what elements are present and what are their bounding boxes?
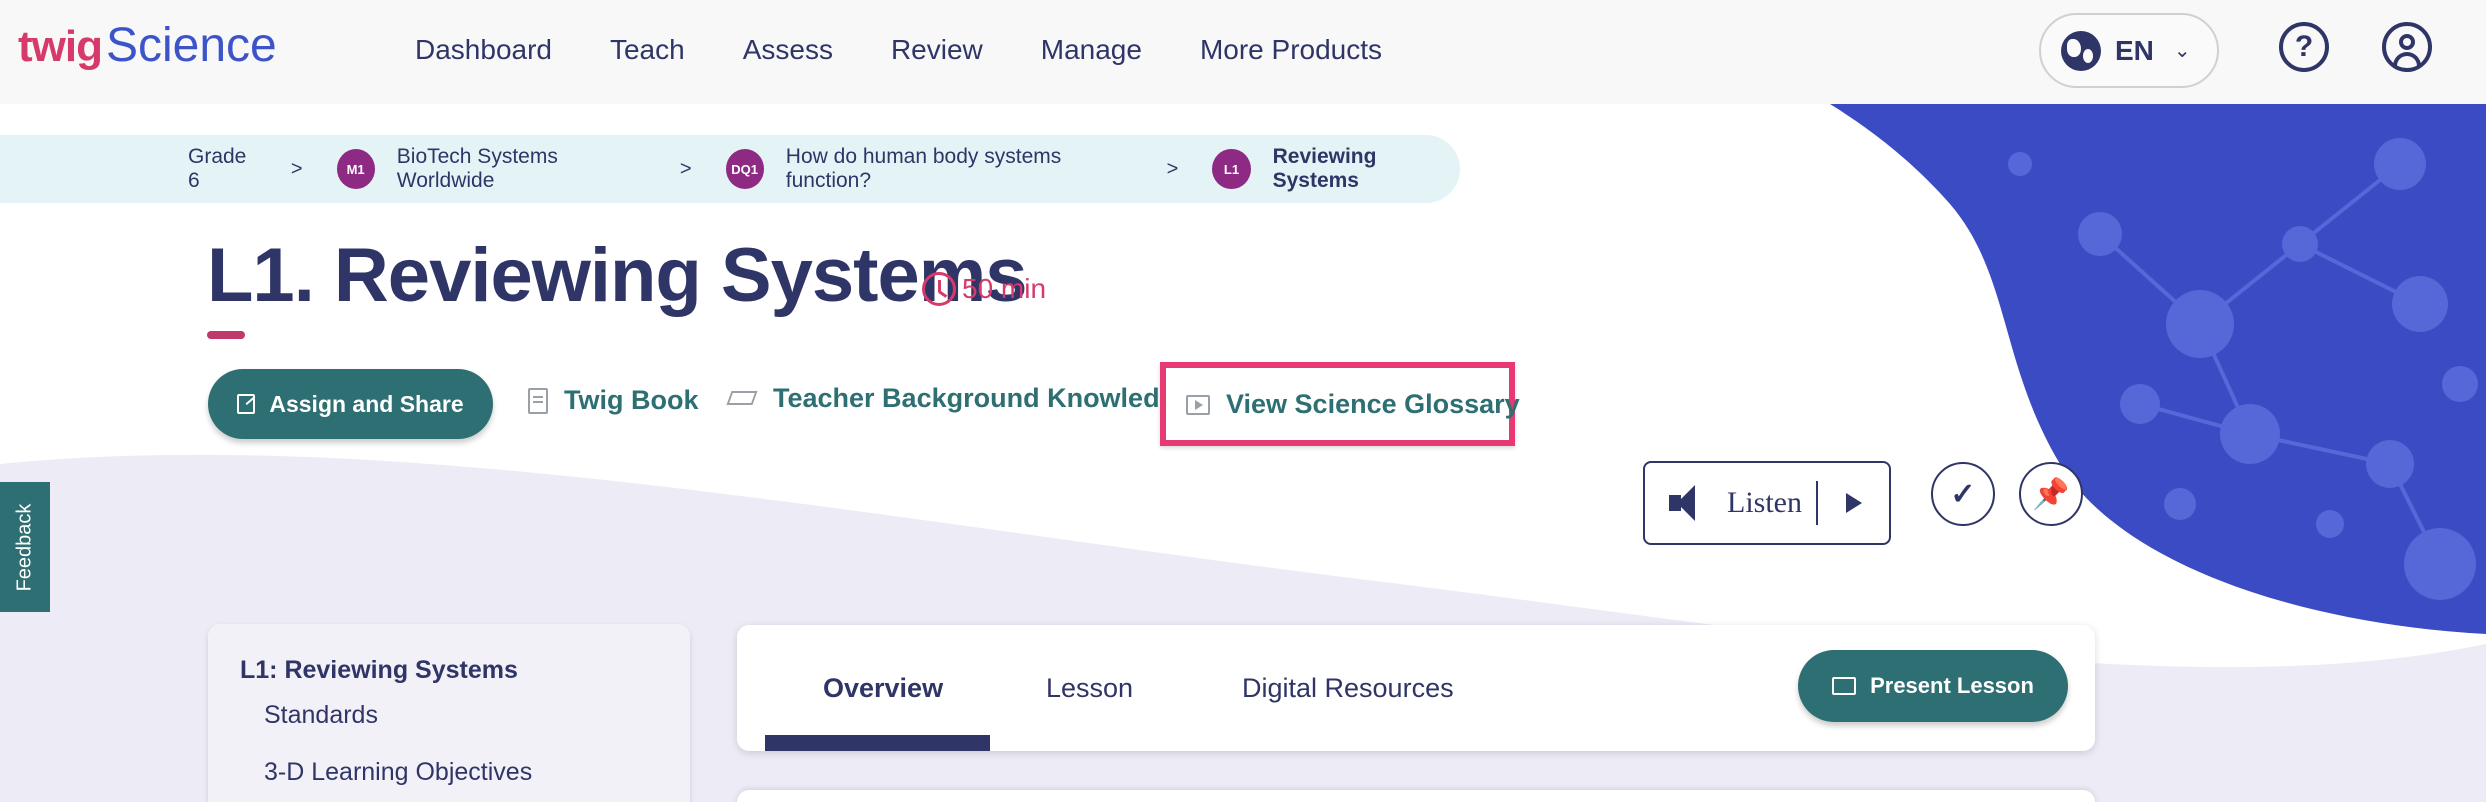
outline-item-learning-objectives[interactable]: 3-D Learning Objectives [264,758,690,787]
dq-badge: DQ1 [725,149,764,189]
lesson-tabs-panel: Overview Lesson Digital Resources Presen… [737,625,2095,751]
lesson-label: Reviewing Systems [1272,145,1377,192]
user-body [2393,52,2421,66]
twig-science-logo[interactable]: twig Science [18,18,277,78]
present-lesson-button[interactable]: Present Lesson [1798,650,2068,722]
assign-and-share-button[interactable]: Assign and Share [208,369,493,439]
breadcrumb-module[interactable]: M1 BioTech Systems Worldwide [336,145,650,193]
lesson-duration: 50 min [922,272,1046,306]
lesson-badge: L1 [1212,149,1251,189]
nav-dashboard[interactable]: Dashboard [415,30,552,70]
video-icon [1186,394,1210,415]
dq-label: How do human body systems function? [785,145,1062,192]
clock-icon [922,272,956,306]
lesson-outline-panel: L1: Reviewing Systems Standards 3-D Lear… [208,624,690,802]
breadcrumb: Grade 6 > M1 BioTech Systems Worldwide >… [0,135,1460,203]
main-nav: Dashboard Teach Assess Review Manage Mor… [415,30,1440,70]
nav-manage[interactable]: Manage [1041,30,1142,70]
breadcrumb-grade[interactable]: Grade 6 [188,145,261,193]
feedback-label: Feedback [13,503,36,591]
nav-review[interactable]: Review [891,30,983,70]
presentation-icon [1832,677,1857,695]
logo-twig-text: twig [18,22,103,71]
language-selector[interactable]: EN ⌄ [2039,13,2219,88]
book-icon [528,387,548,414]
tab-digital-resources[interactable]: Digital Resources [1242,673,1454,704]
nav-assess[interactable]: Assess [743,30,833,70]
edit-icon [237,394,256,414]
module-label: BioTech Systems Worldwide [396,145,558,192]
outline-item-standards[interactable]: Standards [264,701,690,730]
active-tab-indicator [765,735,990,751]
breadcrumb-lesson: L1 Reviewing Systems [1212,145,1460,193]
view-glossary-label: View Science Glossary [1226,389,1520,419]
mark-complete-button[interactable]: ✓ [1931,462,1995,526]
duration-text: 50 min [962,273,1047,304]
assign-and-share-label: Assign and Share [269,390,464,417]
user-head [2399,34,2415,50]
content-panel [737,790,2095,802]
listen-button[interactable]: Listen [1643,461,1891,545]
pin-icon: 📌 [2032,477,2070,511]
chevron-down-icon: ⌄ [2173,40,2191,62]
breadcrumb-separator: > [679,157,692,180]
help-icon[interactable]: ? [2279,22,2329,72]
graduation-cap-icon [727,389,757,409]
outline-title[interactable]: L1: Reviewing Systems [240,656,690,685]
speaker-icon [1669,485,1713,521]
feedback-tab[interactable]: Feedback [0,482,50,612]
teacher-background-knowledge-link[interactable]: Teacher Background Knowledge [727,383,1191,414]
breadcrumb-separator: > [290,157,303,180]
pin-button[interactable]: 📌 [2019,462,2083,526]
check-icon: ✓ [1950,477,1976,511]
nav-more-products[interactable]: More Products [1200,30,1382,70]
teacher-background-label: Teacher Background Knowledge [773,383,1192,413]
listen-divider [1816,481,1818,525]
breadcrumb-driving-question[interactable]: DQ1 How do human body systems function? [725,145,1137,193]
breadcrumb-separator: > [1166,157,1179,180]
view-science-glossary-link[interactable]: View Science Glossary [1186,389,1520,420]
globe-icon [2061,30,2101,71]
tab-overview[interactable]: Overview [823,673,943,704]
logo-science-text: Science [105,19,277,72]
title-underline [207,331,245,339]
user-profile-icon[interactable] [2382,22,2432,72]
twig-book-link[interactable]: Twig Book [528,385,699,416]
tab-lesson[interactable]: Lesson [1046,673,1133,704]
twig-book-label: Twig Book [564,385,699,415]
module-badge: M1 [336,149,375,189]
page-title: L1. Reviewing Systems [207,233,1028,318]
nav-teach[interactable]: Teach [610,30,685,70]
language-code: EN [2115,34,2154,66]
play-icon[interactable] [1846,493,1862,513]
help-glyph: ? [2294,30,2314,63]
listen-label: Listen [1727,486,1802,519]
top-navigation-bar: twig Science Dashboard Teach Assess Revi… [0,0,2486,104]
present-lesson-label: Present Lesson [1870,673,2034,698]
